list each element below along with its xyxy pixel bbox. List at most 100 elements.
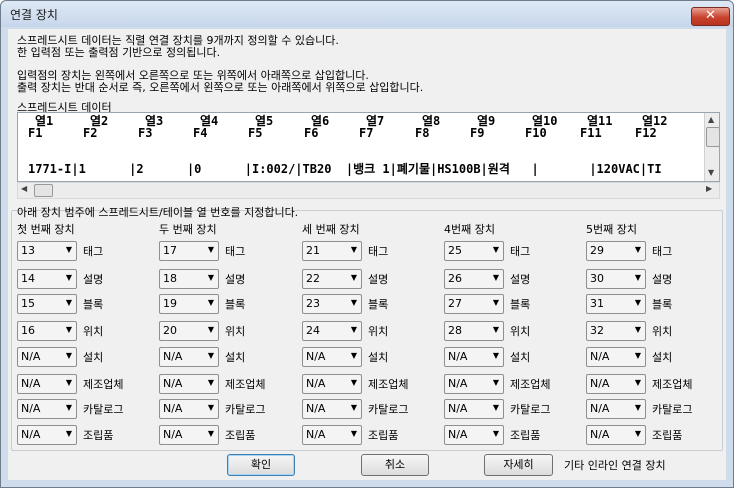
device-1-column-select[interactable]: N/A ▼ [17,399,77,419]
chevron-down-icon[interactable]: ▼ [351,429,357,438]
chevron-down-icon[interactable]: ▼ [635,378,641,387]
chevron-down-icon[interactable]: ▼ [351,298,357,307]
device-3-column-select[interactable]: N/A ▼ [302,347,362,367]
device-2-column-select[interactable]: 20 ▼ [159,321,219,341]
chevron-down-icon[interactable]: ▼ [635,245,641,254]
device-1-column-select[interactable]: 15 ▼ [17,294,77,314]
close-button[interactable]: ✕ [691,7,730,26]
chevron-down-icon[interactable]: ▼ [493,245,499,254]
cancel-button[interactable]: 취소 [361,454,429,476]
chevron-down-icon[interactable]: ▼ [351,325,357,334]
device-5-column-select[interactable]: N/A ▼ [586,399,646,419]
horizontal-scroll-thumb[interactable] [34,184,53,197]
chevron-down-icon[interactable]: ▼ [351,245,357,254]
device-4-column-select[interactable]: 27 ▼ [444,294,504,314]
chevron-down-icon[interactable]: ▼ [66,351,72,360]
scroll-right-icon[interactable]: ▶ [706,184,712,193]
device-2-column-select[interactable]: N/A ▼ [159,425,219,445]
chevron-down-icon[interactable]: ▼ [208,351,214,360]
device-5-column-select[interactable]: N/A ▼ [586,374,646,394]
device-4-column-select[interactable]: 26 ▼ [444,269,504,289]
device-1-column-select[interactable]: N/A ▼ [17,374,77,394]
field-label: 조립품 [368,429,399,442]
device-5-column-select[interactable]: N/A ▼ [586,347,646,367]
chevron-down-icon[interactable]: ▼ [351,273,357,282]
device-3-column-select[interactable]: 22 ▼ [302,269,362,289]
select-value: N/A [306,402,326,415]
chevron-down-icon[interactable]: ▼ [208,429,214,438]
chevron-down-icon[interactable]: ▼ [208,273,214,282]
device-2-column-select[interactable]: N/A ▼ [159,399,219,419]
chevron-down-icon[interactable]: ▼ [351,351,357,360]
device-2-column-select[interactable]: N/A ▼ [159,347,219,367]
chevron-down-icon[interactable]: ▼ [208,298,214,307]
device-4-column-select[interactable]: 25 ▼ [444,241,504,261]
device-2-column-select[interactable]: 19 ▼ [159,294,219,314]
device-5-column-select[interactable]: N/A ▼ [586,425,646,445]
device-3-column-select[interactable]: 21 ▼ [302,241,362,261]
device-3-column-select[interactable]: 23 ▼ [302,294,362,314]
details-button[interactable]: 자세히 [484,454,553,476]
chevron-down-icon[interactable]: ▼ [493,273,499,282]
chevron-down-icon[interactable]: ▼ [493,325,499,334]
chevron-down-icon[interactable]: ▼ [66,325,72,334]
chevron-down-icon[interactable]: ▼ [66,245,72,254]
field-label: 설치 [83,351,104,364]
chevron-down-icon[interactable]: ▼ [493,351,499,360]
device-5-column-select[interactable]: 29 ▼ [586,241,646,261]
chevron-down-icon[interactable]: ▼ [635,273,641,282]
device-1-column-select[interactable]: 16 ▼ [17,321,77,341]
chevron-down-icon[interactable]: ▼ [66,403,72,412]
device-3-column-select[interactable]: 24 ▼ [302,321,362,341]
chevron-down-icon[interactable]: ▼ [351,403,357,412]
device-2-column-select[interactable]: N/A ▼ [159,374,219,394]
device-4-column-select[interactable]: 28 ▼ [444,321,504,341]
chevron-down-icon[interactable]: ▼ [493,298,499,307]
device-2-column-select[interactable]: 18 ▼ [159,269,219,289]
device-4-column-select[interactable]: N/A ▼ [444,425,504,445]
device-3-column-select[interactable]: N/A ▼ [302,374,362,394]
vertical-scroll-thumb[interactable] [706,127,719,147]
chevron-down-icon[interactable]: ▼ [66,273,72,282]
device-3-column-select[interactable]: N/A ▼ [302,425,362,445]
device-5-column-select[interactable]: 32 ▼ [586,321,646,341]
device-3-column-select[interactable]: N/A ▼ [302,399,362,419]
select-value: N/A [448,350,468,363]
chevron-down-icon[interactable]: ▼ [66,298,72,307]
chevron-down-icon[interactable]: ▼ [208,378,214,387]
scroll-left-icon[interactable]: ◀ [21,184,27,193]
chevron-down-icon[interactable]: ▼ [66,429,72,438]
chevron-down-icon[interactable]: ▼ [635,351,641,360]
chevron-down-icon[interactable]: ▼ [635,298,641,307]
field-label: 카탈로그 [652,403,693,416]
scroll-up-icon[interactable]: ▲ [708,115,714,124]
device-1-column-select[interactable]: 14 ▼ [17,269,77,289]
chevron-down-icon[interactable]: ▼ [66,378,72,387]
device-4-column-select[interactable]: N/A ▼ [444,347,504,367]
device-5-column-select[interactable]: 31 ▼ [586,294,646,314]
select-value: N/A [306,350,326,363]
chevron-down-icon[interactable]: ▼ [635,403,641,412]
chevron-down-icon[interactable]: ▼ [493,403,499,412]
chevron-down-icon[interactable]: ▼ [351,378,357,387]
scroll-down-icon[interactable]: ▼ [708,168,714,177]
device-5-column-select[interactable]: 30 ▼ [586,269,646,289]
device-1-column-select[interactable]: N/A ▼ [17,425,77,445]
chevron-down-icon[interactable]: ▼ [208,403,214,412]
device-4-column-select[interactable]: N/A ▼ [444,399,504,419]
device-1-column-select[interactable]: N/A ▼ [17,347,77,367]
device-2-column-select[interactable]: 17 ▼ [159,241,219,261]
horizontal-scrollbar[interactable]: ◀ ▶ [17,182,720,199]
chevron-down-icon[interactable]: ▼ [208,325,214,334]
chevron-down-icon[interactable]: ▼ [208,245,214,254]
chevron-down-icon[interactable]: ▼ [493,378,499,387]
ok-button[interactable]: 확인 [227,454,295,476]
device-1-column-select[interactable]: 13 ▼ [17,241,77,261]
device-4-column-select[interactable]: N/A ▼ [444,374,504,394]
chevron-down-icon[interactable]: ▼ [635,325,641,334]
spreadsheet-grid[interactable]: 열1 F1 열2 F2 열3 F3 열4 F4 열5 F5 열6 F6 열7 F7 열8 F8 열9 F9 열10 F… [17,112,720,182]
chevron-down-icon[interactable]: ▼ [635,429,641,438]
vertical-scrollbar[interactable]: ▲ ▼ [704,113,719,181]
chevron-down-icon[interactable]: ▼ [493,429,499,438]
field-label: 블록 [83,298,104,311]
